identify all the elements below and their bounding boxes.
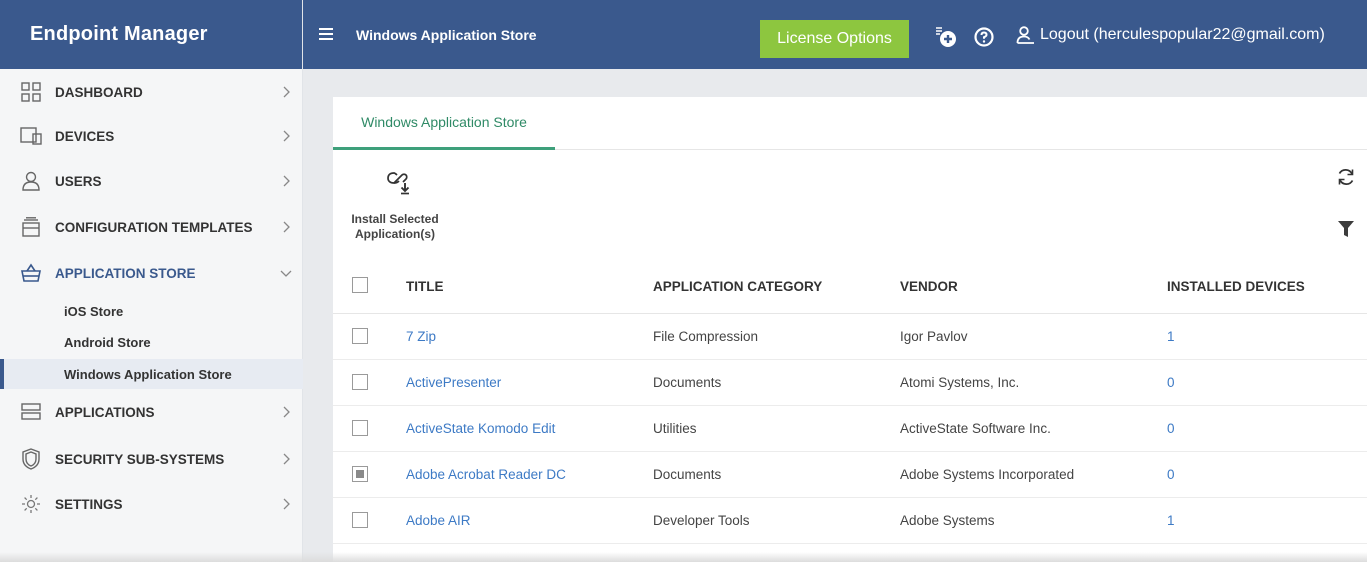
sidebar-subitem-windows-application-store[interactable]: Windows Application Store	[0, 359, 303, 389]
sidebar-subitem-label: Windows Application Store	[64, 366, 232, 382]
table-row: Adobe Acrobat Reader DC Documents Adobe …	[333, 452, 1367, 498]
chevron-right-icon	[283, 221, 290, 233]
header-page-title: Windows Application Store	[356, 27, 537, 43]
sidebar-item-label: USERS	[55, 173, 102, 189]
sidebar-item-label: CONFIGURATION TEMPLATES	[55, 219, 253, 235]
app-title: Endpoint Manager	[0, 0, 302, 69]
sidebar-subitem-ios-store[interactable]: iOS Store	[0, 296, 303, 326]
installed-devices-count[interactable]: 1	[1167, 513, 1175, 528]
sidebar-item-applications[interactable]: APPLICATIONS	[0, 392, 303, 432]
chevron-right-icon	[283, 86, 290, 98]
app-vendor: Atomi Systems, Inc.	[900, 375, 1020, 390]
chevron-right-icon	[283, 130, 290, 142]
devices-monitor-icon	[20, 125, 42, 147]
gear-icon	[20, 493, 42, 515]
sidebar-subitem-label: iOS Store	[64, 303, 124, 319]
app-vendor: Igor Pavlov	[900, 329, 968, 344]
table-row: ActiveState Komodo Edit Utilities Active…	[333, 406, 1367, 452]
column-header-vendor[interactable]: VENDOR	[900, 279, 958, 294]
chevron-right-icon	[283, 498, 290, 510]
install-applications-icon[interactable]	[385, 169, 413, 195]
column-header-category[interactable]: APPLICATION CATEGORY	[653, 279, 822, 294]
app-vendor: ActiveState Software Inc.	[900, 421, 1051, 436]
table-header: TITLE APPLICATION CATEGORY VENDOR INSTAL…	[333, 257, 1367, 314]
top-header: Windows Application Store License Option…	[303, 0, 1367, 69]
sidebar-item-application-store[interactable]: APPLICATION STORE	[0, 253, 303, 293]
server-icon	[20, 401, 42, 423]
add-notification-icon[interactable]	[935, 26, 957, 48]
help-icon[interactable]	[973, 26, 995, 48]
app-title-link[interactable]: Adobe Acrobat Reader DC	[406, 467, 566, 482]
app-vendor: Adobe Systems	[900, 513, 995, 528]
chevron-right-icon	[283, 406, 290, 418]
refresh-icon[interactable]	[1336, 167, 1356, 187]
select-all-checkbox[interactable]	[352, 277, 368, 293]
sidebar-item-security-sub-systems[interactable]: SECURITY SUB-SYSTEMS	[0, 439, 303, 479]
chevron-right-icon	[283, 453, 290, 465]
sidebar-item-label: APPLICATION STORE	[55, 265, 196, 281]
filter-icon[interactable]	[1338, 221, 1354, 238]
basket-icon	[20, 262, 42, 284]
app-category: File Compression	[653, 329, 759, 344]
app-category: Developer Tools	[653, 513, 750, 528]
row-checkbox[interactable]	[352, 374, 368, 390]
sidebar-item-settings[interactable]: SETTINGS	[0, 484, 303, 524]
install-label-line1: Install Selected	[351, 212, 439, 226]
shield-icon	[20, 448, 42, 470]
column-header-installed-devices[interactable]: INSTALLED DEVICES	[1167, 279, 1305, 294]
chevron-right-icon	[283, 175, 290, 187]
sidebar-item-dashboard[interactable]: DASHBOARD	[0, 72, 303, 112]
table-row: 7 Zip File Compression Igor Pavlov 1	[333, 314, 1367, 360]
bottom-edge-fade	[0, 552, 1367, 562]
row-checkbox[interactable]	[352, 512, 368, 528]
sidebar-item-devices[interactable]: DEVICES	[0, 116, 303, 156]
column-header-title[interactable]: TITLE	[406, 279, 444, 294]
chevron-down-icon	[280, 270, 292, 277]
sidebar-item-label: DASHBOARD	[55, 84, 143, 100]
sidebar-item-label: SECURITY SUB-SYSTEMS	[55, 451, 225, 467]
app-title-link[interactable]: ActivePresenter	[406, 375, 501, 390]
installed-devices-count[interactable]: 1	[1167, 329, 1175, 344]
store-panel: Windows Application Store Install Select…	[333, 97, 1367, 562]
table-row: Adobe AIR Developer Tools Adobe Systems …	[333, 498, 1367, 544]
sidebar-item-configuration-templates[interactable]: CONFIGURATION TEMPLATES	[0, 207, 303, 247]
logout-link[interactable]: Logout (herculespopular22@gmail.com)	[1016, 26, 1325, 44]
sidebar-subitem-label: Android Store	[64, 334, 151, 350]
app-category: Utilities	[653, 421, 697, 436]
logout-label: Logout (herculespopular22@gmail.com)	[1040, 26, 1325, 43]
table-row: ActivePresenter Documents Atomi Systems,…	[333, 360, 1367, 406]
sidebar: Endpoint Manager DASHBOARD DEVICES USERS…	[0, 0, 303, 562]
license-options-button[interactable]: License Options	[760, 20, 909, 58]
row-checkbox[interactable]	[352, 328, 368, 344]
app-title-link[interactable]: 7 Zip	[406, 329, 436, 344]
install-label-line2: Application(s)	[355, 227, 435, 241]
tab-bar: Windows Application Store	[333, 97, 1367, 150]
sidebar-item-label: SETTINGS	[55, 496, 123, 512]
row-checkbox[interactable]	[352, 466, 368, 482]
user-icon	[1016, 26, 1034, 44]
sidebar-item-users[interactable]: USERS	[0, 161, 303, 201]
app-title-link[interactable]: ActiveState Komodo Edit	[406, 421, 555, 436]
hamburger-menu-icon[interactable]	[319, 28, 333, 40]
installed-devices-count[interactable]: 0	[1167, 375, 1175, 390]
app-category: Documents	[653, 375, 722, 390]
sidebar-subitem-android-store[interactable]: Android Store	[0, 327, 303, 357]
dashboard-grid-icon	[20, 81, 42, 103]
install-selected-applications-button[interactable]: Install Selected Application(s)	[345, 212, 445, 242]
row-checkbox[interactable]	[352, 420, 368, 436]
app-category: Documents	[653, 467, 722, 482]
installed-devices-count[interactable]: 0	[1167, 421, 1175, 436]
sidebar-item-label: DEVICES	[55, 128, 115, 144]
installed-devices-count[interactable]: 0	[1167, 467, 1175, 482]
templates-icon	[20, 216, 42, 238]
user-icon	[20, 170, 42, 192]
sidebar-item-label: APPLICATIONS	[55, 404, 155, 420]
app-title-link[interactable]: Adobe AIR	[406, 513, 471, 528]
app-vendor: Adobe Systems Incorporated	[900, 467, 1075, 482]
tab-windows-application-store[interactable]: Windows Application Store	[333, 97, 555, 150]
